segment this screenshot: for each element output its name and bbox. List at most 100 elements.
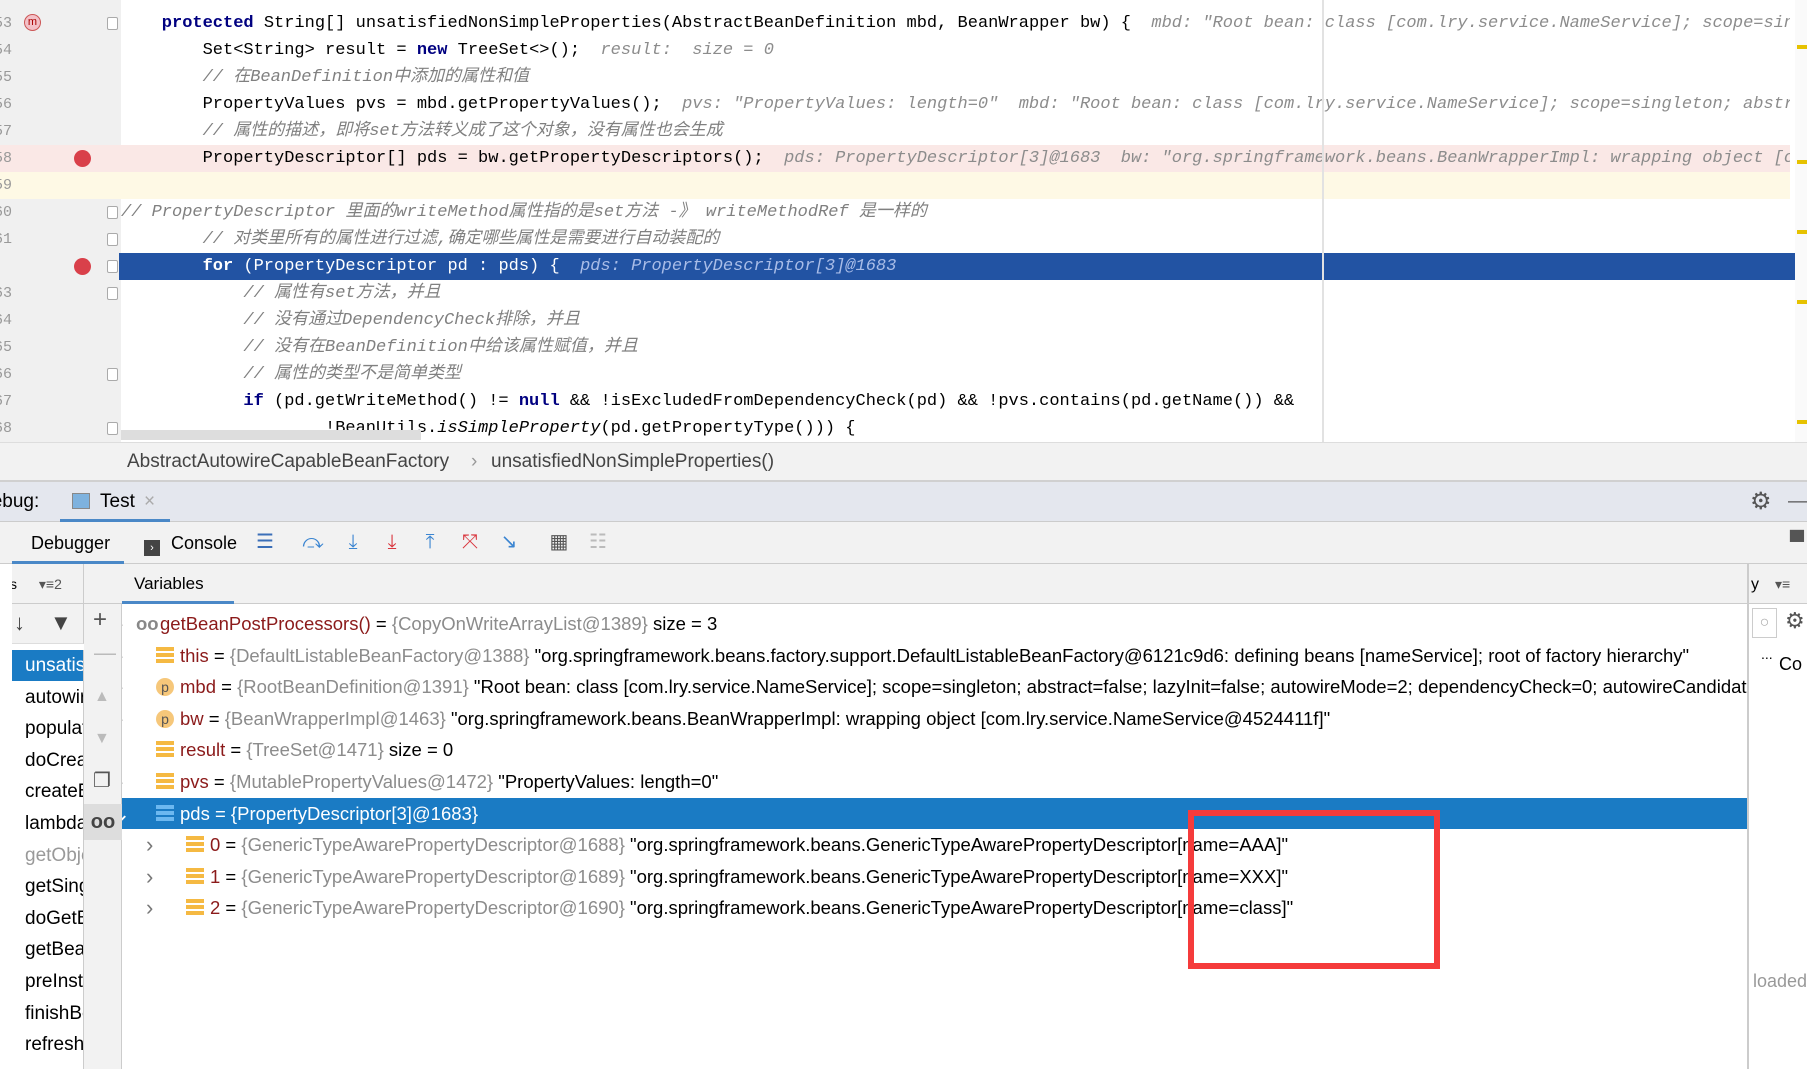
frame-item[interactable]: refresh bbox=[12, 1029, 83, 1060]
variable-row[interactable]: › pvs = {MutablePropertyValues@1472} "Pro… bbox=[122, 766, 1747, 797]
variable-text: this = {DefaultListableBeanFactory@1388}… bbox=[180, 640, 1689, 671]
code-line[interactable]: 59 bbox=[0, 172, 1790, 199]
move-down-icon[interactable]: ▼ bbox=[94, 730, 110, 748]
frame-item[interactable]: populateBean bbox=[12, 713, 83, 744]
trace-icon[interactable]: ☷ bbox=[586, 530, 610, 554]
evaluate-expression-icon[interactable]: ▦ bbox=[547, 530, 571, 554]
breakpoint-icon[interactable] bbox=[74, 150, 91, 167]
frame-item[interactable]: finishBeanFactoryInitialization bbox=[12, 998, 83, 1029]
breadcrumb-method[interactable]: unsatisfiedNonSimpleProperties() bbox=[491, 443, 774, 481]
chevron-right-icon[interactable]: › bbox=[146, 861, 153, 892]
frame-item[interactable]: preInstantiateSingletons bbox=[12, 966, 83, 997]
tab-console[interactable]: › Console bbox=[144, 522, 237, 564]
fold-marker-icon[interactable] bbox=[107, 17, 118, 30]
chevron-right-icon[interactable]: › bbox=[122, 703, 123, 734]
variable-row[interactable]: ⌄ pds = {PropertyDescriptor[3]@1683} bbox=[122, 797, 1747, 829]
chevron-right-icon[interactable]: › bbox=[146, 829, 153, 860]
frame-item[interactable]: getObject bbox=[12, 840, 83, 871]
variable-row[interactable]: ›pbw = {BeanWrapperImpl@1463} "org.sprin… bbox=[122, 703, 1747, 734]
step-into-icon[interactable]: ⤓ bbox=[341, 530, 365, 554]
search-icon[interactable]: ○ bbox=[1752, 608, 1777, 638]
frame-item[interactable]: lambda$doGetBean$0 bbox=[12, 808, 83, 839]
step-out-icon[interactable]: ⤒ bbox=[418, 530, 442, 554]
fold-marker-icon[interactable] bbox=[107, 206, 118, 219]
frame-item[interactable]: autowireByType bbox=[12, 682, 83, 713]
frame-item[interactable]: getBean bbox=[12, 934, 83, 965]
code-line[interactable]: 54 Set<String> result = new TreeSet<>(); … bbox=[0, 37, 1790, 64]
force-step-into-icon[interactable]: ⤓ bbox=[380, 530, 404, 554]
frame-item[interactable]: getSingleton bbox=[12, 871, 83, 902]
variable-row[interactable]: › this = {DefaultListableBeanFactory@1388… bbox=[122, 640, 1747, 671]
arrow-down-icon[interactable]: ↓ bbox=[14, 610, 25, 636]
line-number: 64 bbox=[0, 312, 12, 329]
add-watch-icon[interactable]: + bbox=[93, 606, 107, 634]
code-line[interactable]: 60 // PropertyDescriptor 里面的writeMethod属性… bbox=[0, 199, 1790, 226]
remove-watch-icon[interactable]: — bbox=[94, 640, 116, 666]
move-up-icon[interactable]: ▲ bbox=[94, 688, 110, 706]
variable-row[interactable]: › 1 = {GenericTypeAwarePropertyDescriptor… bbox=[122, 861, 1747, 892]
code-line[interactable]: 64 // 没有通过DependencyCheck排除，并且 bbox=[0, 307, 1790, 334]
frame-item[interactable]: doGetBean bbox=[12, 903, 83, 934]
tab-debugger[interactable]: Debugger bbox=[12, 522, 124, 564]
fold-marker-icon[interactable] bbox=[107, 233, 118, 246]
memory-tab[interactable]: y bbox=[1751, 576, 1759, 593]
layout-icon[interactable]: ▀ bbox=[1785, 530, 1807, 554]
equals-sign: = bbox=[370, 613, 392, 634]
horizontal-scrollbar[interactable] bbox=[121, 430, 421, 440]
show-execution-point-icon[interactable]: ☰ bbox=[253, 530, 277, 554]
code-line[interactable]: 53 protected String[] unsatisfiedNonSimpl… bbox=[0, 10, 1790, 37]
breadcrumb-class[interactable]: AbstractAutowireCapableBeanFactory bbox=[127, 443, 449, 481]
chevron-right-icon[interactable]: › bbox=[122, 640, 123, 671]
gear-icon[interactable]: ⚙ bbox=[1750, 482, 1772, 522]
frame-item[interactable]: doCreateBean bbox=[12, 745, 83, 776]
close-icon[interactable]: × bbox=[144, 482, 155, 522]
line-number: 60 bbox=[0, 204, 12, 221]
memory-menu-icon[interactable]: ▾≡ bbox=[1775, 576, 1790, 592]
fold-marker-icon[interactable] bbox=[107, 368, 118, 381]
field-icon bbox=[156, 773, 174, 791]
variable-row[interactable]: ›pmbd = {RootBeanDefinition@1391} "Root … bbox=[122, 671, 1747, 702]
frame-item[interactable]: createBean bbox=[12, 776, 83, 807]
code-line[interactable]: 56 PropertyValues pvs = mbd.getPropertyVa… bbox=[0, 91, 1790, 118]
editor-error-stripe[interactable] bbox=[1795, 0, 1807, 442]
step-over-icon[interactable]: ⤼ bbox=[301, 530, 325, 554]
run-to-cursor-icon[interactable]: ↘ bbox=[497, 530, 521, 554]
thread-list-icon[interactable]: ▾≡2 bbox=[39, 576, 62, 592]
chevron-down-icon[interactable]: ⌄ bbox=[122, 798, 130, 829]
tab-test[interactable]: Test × bbox=[60, 482, 170, 522]
fold-marker-icon[interactable] bbox=[107, 260, 118, 273]
variable-row[interactable]: result = {TreeSet@1471} size = 0 bbox=[122, 734, 1747, 765]
variable-row[interactable]: › oogetBeanPostProcessors() = {CopyOnWrit… bbox=[122, 608, 1747, 639]
frame-item[interactable]: unsatisfiedNonSimpleProperties bbox=[12, 650, 83, 681]
drop-frame-icon[interactable]: ⤧ bbox=[458, 530, 482, 554]
minimize-icon[interactable]: — bbox=[1788, 482, 1807, 522]
fold-marker-icon[interactable] bbox=[107, 422, 118, 435]
class-column-header[interactable]: Co bbox=[1779, 654, 1802, 675]
code-line[interactable]: 66 // 属性的类型不是简单类型 bbox=[0, 361, 1790, 388]
code-line[interactable]: 61 // 对类里所有的属性进行过滤,确定哪些属性是需要进行自动装配的 bbox=[0, 226, 1790, 253]
code-line[interactable]: 67 if (pd.getWriteMethod() != null && !is… bbox=[0, 388, 1790, 415]
chevron-right-icon[interactable]: › bbox=[122, 671, 123, 702]
chevron-right-icon[interactable]: › bbox=[122, 766, 123, 797]
frames-header: s ▾≡2 bbox=[12, 564, 84, 604]
show-watches-icon[interactable]: oo bbox=[84, 804, 122, 840]
code-line[interactable]: 58 PropertyDescriptor[] pds = bw.getPrope… bbox=[0, 145, 1790, 172]
filter-icon[interactable]: ▼ bbox=[50, 610, 72, 636]
frames-tab-label[interactable]: s bbox=[12, 576, 17, 592]
breakpoint-icon[interactable] bbox=[74, 258, 91, 275]
variable-row[interactable]: › 2 = {GenericTypeAwarePropertyDescriptor… bbox=[122, 892, 1747, 923]
code-line[interactable]: 55 // 在BeanDefinition中添加的属性和值 bbox=[0, 64, 1790, 91]
gear-icon[interactable]: ⚙ bbox=[1785, 608, 1805, 634]
code-line[interactable]: 63 // 属性有set方法，并且 bbox=[0, 280, 1790, 307]
copy-icon[interactable]: ❐ bbox=[93, 768, 111, 793]
variable-row[interactable]: › 0 = {GenericTypeAwarePropertyDescriptor… bbox=[122, 829, 1747, 860]
chevron-right-icon[interactable]: › bbox=[146, 892, 153, 923]
tab-variables[interactable]: Variables bbox=[122, 564, 234, 604]
code-line[interactable]: 65 // 没有在BeanDefinition中给该属性赋值，并且 bbox=[0, 334, 1790, 361]
fold-marker-icon[interactable] bbox=[107, 287, 118, 300]
variable-value: "org.springframework.beans.factory.suppo… bbox=[529, 644, 1690, 666]
code-line[interactable]: 57 // 属性的描述，即将set方法转义成了这个对象，没有属性也会生成 bbox=[0, 118, 1790, 145]
code-line[interactable]: for (PropertyDescriptor pd : pds) { pds:… bbox=[119, 253, 1807, 280]
chevron-right-icon[interactable]: › bbox=[122, 608, 123, 639]
code-editor[interactable]: 53 protected String[] unsatisfiedNonSimpl… bbox=[0, 0, 1807, 442]
